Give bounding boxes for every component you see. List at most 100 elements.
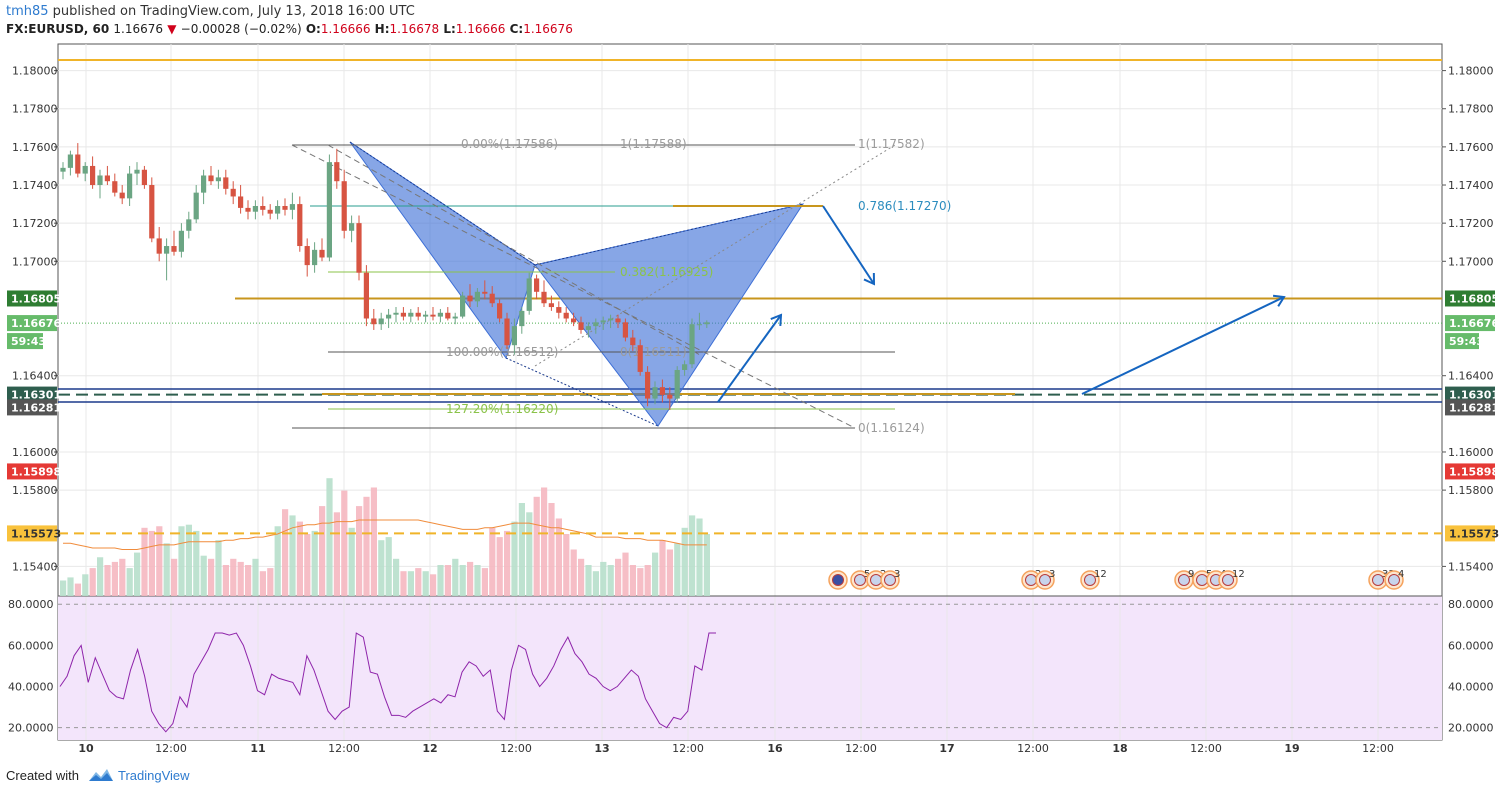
price-tag: 1.16281 [7, 399, 61, 416]
time-axis: 10 12:00 11 12:00 12 12:00 13 12:00 16 12:00 17 12:… [78, 742, 1394, 755]
event-count: 12 [1094, 569, 1107, 580]
candle-body [275, 205, 281, 214]
candle-body [571, 318, 577, 323]
rsi-left-tick-label: 40.0000 [8, 681, 54, 694]
candle-body [608, 318, 614, 321]
volume-bar [252, 558, 259, 596]
candle-body [645, 371, 651, 399]
candle-body [201, 175, 207, 193]
candle-body [437, 312, 443, 317]
candle-body [297, 204, 303, 247]
candle-body [193, 192, 199, 220]
candle-body [445, 312, 451, 319]
price-tag-label: 59:43 [1449, 335, 1484, 348]
volume-bar [237, 561, 244, 596]
candle-body [511, 326, 517, 346]
left-price-tick-label: 1.17400 [12, 179, 58, 192]
price-tag: 1.16676 [7, 315, 61, 332]
chart-canvas[interactable]: 1.18000 1.18000 1.17800 1.17800 1.17600 1.176… [0, 40, 1500, 758]
volume-bar [644, 565, 651, 596]
volume-bar [467, 561, 474, 596]
candle-body [312, 249, 318, 266]
close-value: 1.16676 [523, 22, 573, 36]
candle-body [452, 316, 458, 319]
chart-header: tmh85 published on TradingView.com, July… [0, 0, 1500, 42]
price-tag-label: 59:43 [11, 335, 46, 348]
volume-bar [89, 568, 96, 596]
candle-body [637, 345, 643, 372]
volume-bar [171, 558, 178, 596]
volume-bar [400, 571, 407, 596]
symbol-legend: FX:EURUSD, 60 1.16676 ▼ −0.00028 (−0.02%… [6, 22, 573, 36]
candle-body [497, 303, 503, 319]
volume-bar [489, 527, 496, 596]
volume-bar [222, 565, 229, 596]
candle-body [526, 278, 532, 311]
candle-body [460, 295, 466, 317]
price-tag: 59:43 [7, 333, 46, 350]
volume-bar [689, 515, 696, 596]
candle-body [334, 162, 340, 182]
event-count: 3 [894, 569, 900, 580]
right-price-tick-label: 1.17400 [1448, 179, 1494, 192]
tradingview-logo-icon[interactable] [88, 767, 114, 783]
candle-body [593, 322, 599, 327]
candle-body [223, 177, 229, 189]
time-tick-label: 12:00 [672, 742, 704, 755]
candle-body [119, 192, 125, 199]
price-tag-label: 1.16676 [11, 317, 61, 330]
flag-icon [832, 574, 844, 586]
candle-body [386, 314, 392, 319]
tradingview-brand-link[interactable]: TradingView [118, 768, 190, 783]
volume-bar [230, 558, 237, 596]
candle-body [534, 278, 540, 292]
candle-body [556, 307, 562, 313]
candle-body [519, 310, 525, 327]
volume-bar [533, 496, 540, 596]
volume-bar [185, 524, 192, 596]
time-tick-label: 17 [939, 742, 954, 755]
fib-label: 0.382(1.16925) [620, 265, 713, 279]
price-tag-label: 1.15898 [11, 465, 61, 478]
time-tick-label: 12:00 [1190, 742, 1222, 755]
candle-body [304, 246, 310, 266]
candle-body [696, 324, 702, 326]
price-tag-label: 1.15573 [1449, 527, 1499, 540]
volume-bar [370, 487, 377, 596]
price-tag-label: 1.16281 [11, 401, 61, 414]
candle-body [326, 162, 332, 258]
volume-bar [607, 565, 614, 596]
left-price-tick-label: 1.15800 [12, 484, 58, 497]
volume-bar [585, 565, 592, 596]
volume-bar [245, 565, 252, 596]
candle-body [282, 205, 288, 210]
author-link[interactable]: tmh85 [6, 4, 49, 19]
volume-bar [696, 518, 703, 596]
candle-body [208, 175, 214, 182]
rsi-right-tick-label: 60.0000 [1448, 639, 1494, 652]
event-flag-icon[interactable] [828, 570, 848, 590]
price-tag: 1.16805 [7, 290, 61, 307]
right-price-tick-label: 1.16000 [1448, 446, 1494, 459]
rsi-left-tick-label: 80.0000 [8, 598, 54, 611]
publish-info: published on TradingView.com, July 13, 2… [48, 4, 415, 19]
right-price-tick-label: 1.15400 [1448, 560, 1494, 573]
symbol-name[interactable]: FX:EURUSD, 60 [6, 22, 109, 36]
high-label: H: [374, 22, 390, 36]
price-tag: 59:43 [1445, 333, 1484, 350]
volume-bar [385, 537, 392, 596]
left-price-tick-label: 1.17800 [12, 103, 58, 116]
candle-body [186, 219, 192, 231]
price-tag-label: 1.15898 [1449, 465, 1499, 478]
fib-label: 127.20%(1.16220) [446, 402, 558, 416]
time-tick-label: 16 [767, 742, 783, 755]
candle-body [563, 312, 569, 319]
volume-bar [555, 518, 562, 596]
time-tick-label: 13 [594, 742, 609, 755]
candle-body [267, 209, 273, 214]
candle-body [90, 165, 96, 186]
candle-body [60, 167, 66, 172]
event-count: 4 [1398, 569, 1404, 580]
volume-bar [666, 549, 673, 596]
footer: Created with TradingView [0, 758, 1500, 794]
